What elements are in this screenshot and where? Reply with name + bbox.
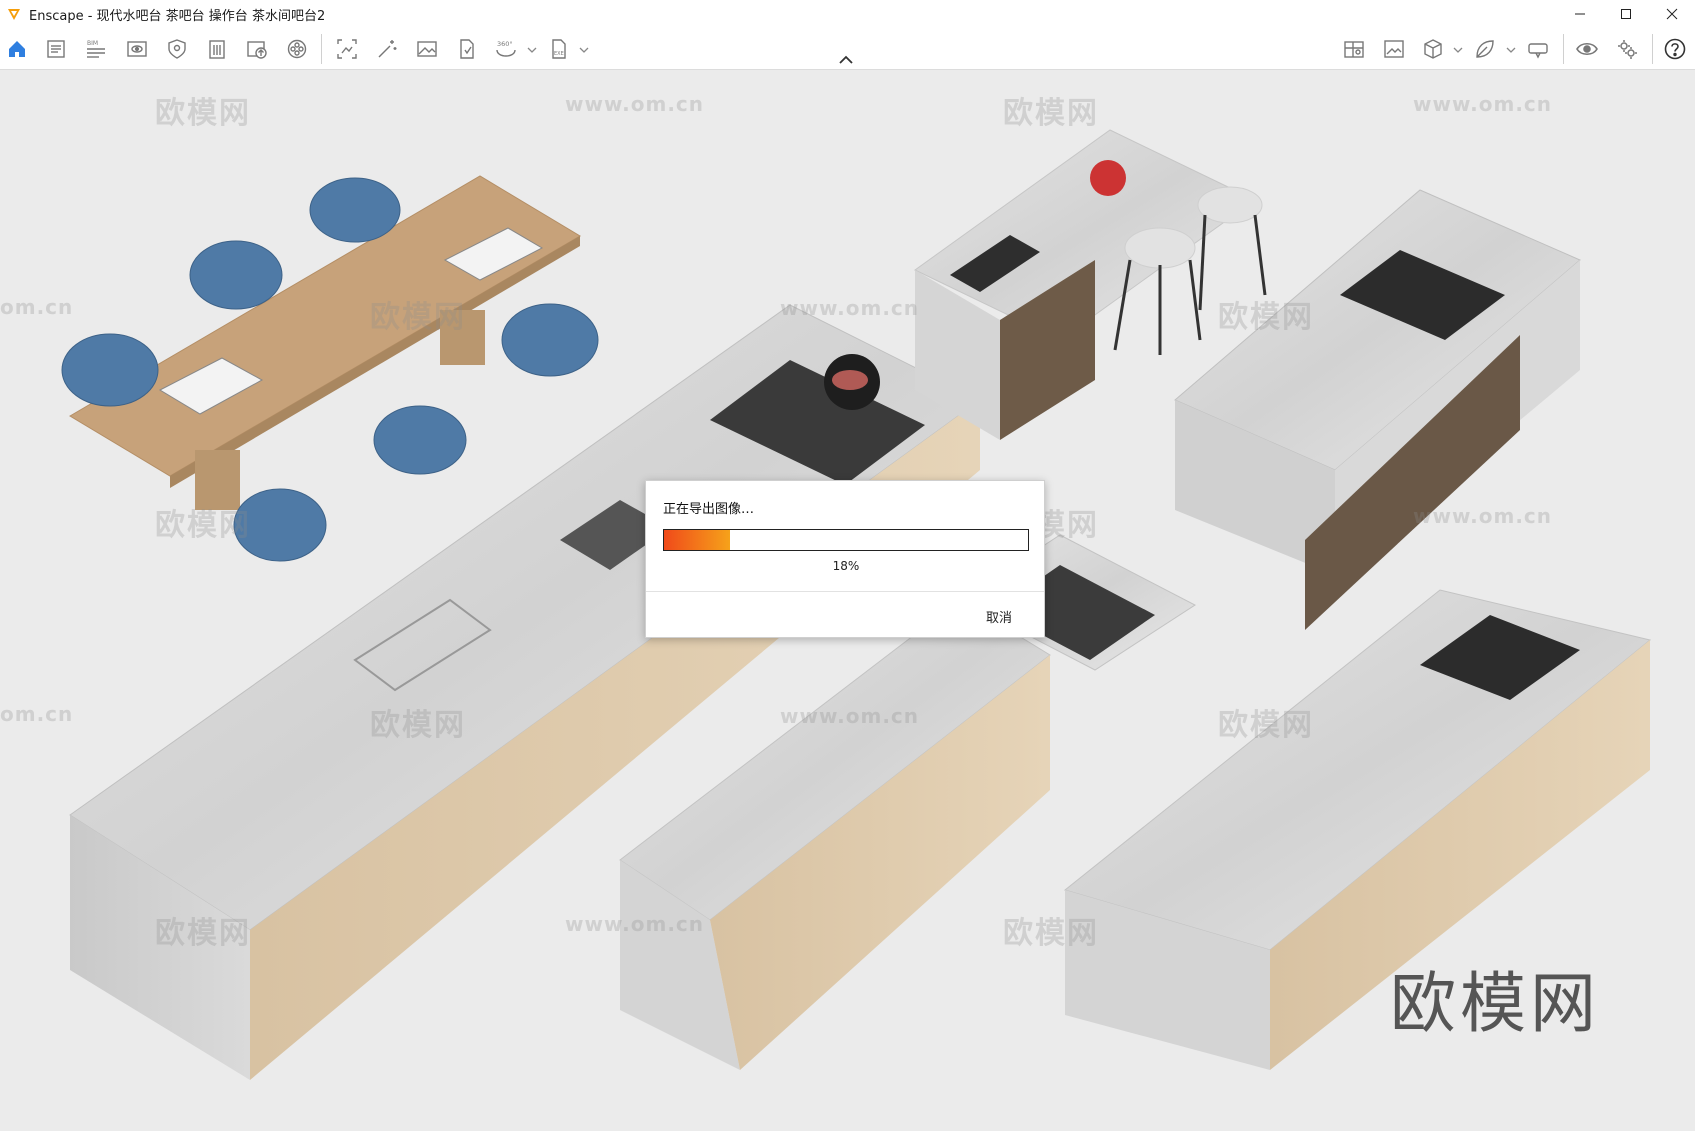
video-button[interactable] <box>285 37 309 61</box>
toolbar: BIM 360° EXE <box>0 28 1695 70</box>
safe-frame-button[interactable] <box>165 37 189 61</box>
watermark: 欧模网 <box>370 708 466 743</box>
watermark: 欧模网 <box>1218 300 1314 335</box>
watermark: www.om.cn <box>1413 92 1553 116</box>
close-button[interactable] <box>1649 0 1695 28</box>
watermark: www.om.cn <box>565 92 705 116</box>
progress-fill <box>664 530 730 550</box>
watermark: 欧模网 <box>1218 708 1314 743</box>
dialog-divider <box>646 591 1044 592</box>
svg-text:EXE: EXE <box>554 51 564 57</box>
watermark: 欧模网 <box>155 508 251 543</box>
svg-text:BIM: BIM <box>87 40 98 47</box>
watermark: www.om.cn <box>565 912 705 936</box>
watermark: 欧模网 <box>370 300 466 335</box>
maximize-icon <box>1621 9 1631 19</box>
export-file-button[interactable] <box>455 37 479 61</box>
export-exe-button[interactable]: EXE <box>547 37 571 61</box>
svg-text:360°: 360° <box>497 40 513 48</box>
render-image-button[interactable] <box>415 37 439 61</box>
building-button[interactable] <box>205 37 229 61</box>
chevron-up-icon[interactable] <box>838 54 854 66</box>
panorama-360-icon: 360° <box>496 40 516 57</box>
document-icon <box>47 40 65 58</box>
toolbar-separator <box>1563 34 1564 64</box>
film-reel-icon <box>287 39 307 59</box>
visual-settings-button[interactable] <box>1575 37 1599 61</box>
map-icon <box>1344 41 1364 58</box>
home-button[interactable] <box>5 37 29 61</box>
views-button[interactable] <box>125 37 149 61</box>
panorama-button[interactable]: 360° <box>494 37 518 61</box>
magic-wand-icon <box>378 40 397 58</box>
cube-icon <box>1424 39 1442 59</box>
asset-library-button[interactable] <box>1421 37 1445 61</box>
atmosphere-button[interactable] <box>375 37 399 61</box>
home-icon <box>9 41 25 57</box>
documents-button[interactable] <box>44 37 68 61</box>
chevron-down-icon[interactable] <box>1506 46 1516 54</box>
toolbar-separator <box>1652 34 1653 64</box>
watermark: om.cn <box>0 295 74 319</box>
progress-bar <box>663 529 1029 551</box>
watermark: 欧模网 <box>155 916 251 951</box>
settings-icon <box>1618 40 1637 59</box>
help-icon <box>1664 38 1686 60</box>
eye-icon <box>1576 42 1598 56</box>
chevron-down-icon[interactable] <box>527 46 537 54</box>
brand-watermark: 欧模网 <box>1390 965 1600 1042</box>
gallery-button[interactable] <box>1382 37 1406 61</box>
progress-percent: 18% <box>832 559 860 573</box>
general-settings-button[interactable] <box>1615 37 1639 61</box>
cancel-button[interactable]: 取消 <box>986 607 1012 626</box>
shield-icon <box>168 39 186 59</box>
watermark: www.om.cn <box>1413 504 1553 528</box>
chevron-down-icon[interactable] <box>1453 46 1463 54</box>
upload-icon <box>247 41 267 59</box>
image-library-icon <box>1384 40 1404 58</box>
dialog-message: 正在导出图像… <box>663 502 755 517</box>
watermark: 欧模网 <box>1003 916 1099 951</box>
title-bar: Enscape - 现代水吧台 茶吧台 操作台 茶水间吧台2 <box>0 0 1695 28</box>
building-icon <box>209 40 225 59</box>
export-progress-dialog: 正在导出图像… 18% 取消 <box>645 480 1045 638</box>
bim-icon: BIM <box>87 40 105 58</box>
chevron-down-icon[interactable] <box>579 46 589 54</box>
enscape-logo-icon <box>8 9 20 20</box>
exe-export-icon: EXE <box>552 39 566 59</box>
watermark: 欧模网 <box>155 96 251 131</box>
upload-button[interactable] <box>245 37 269 61</box>
close-icon <box>1666 8 1678 20</box>
file-export-icon <box>460 39 474 59</box>
map-button[interactable] <box>1342 37 1366 61</box>
leaf-icon <box>1476 40 1494 58</box>
minimize-button[interactable] <box>1557 0 1603 28</box>
image-icon <box>417 41 437 57</box>
view-icon <box>127 41 147 57</box>
maximize-button[interactable] <box>1603 0 1649 28</box>
vr-headset-icon <box>1528 43 1548 59</box>
help-button[interactable] <box>1663 37 1687 61</box>
capture-frame-icon <box>337 39 357 59</box>
watermark: www.om.cn <box>780 704 920 728</box>
screenshot-button[interactable] <box>335 37 359 61</box>
watermark: om.cn <box>0 702 74 726</box>
vr-button[interactable] <box>1526 37 1550 61</box>
watermark: 欧模网 <box>1003 96 1099 131</box>
toolbar-separator <box>321 34 322 64</box>
minimize-icon <box>1575 13 1585 15</box>
material-editor-button[interactable] <box>1473 37 1497 61</box>
bim-button[interactable]: BIM <box>84 37 108 61</box>
watermark: www.om.cn <box>780 296 920 320</box>
window-title: Enscape - 现代水吧台 茶吧台 操作台 茶水间吧台2 <box>29 8 326 24</box>
